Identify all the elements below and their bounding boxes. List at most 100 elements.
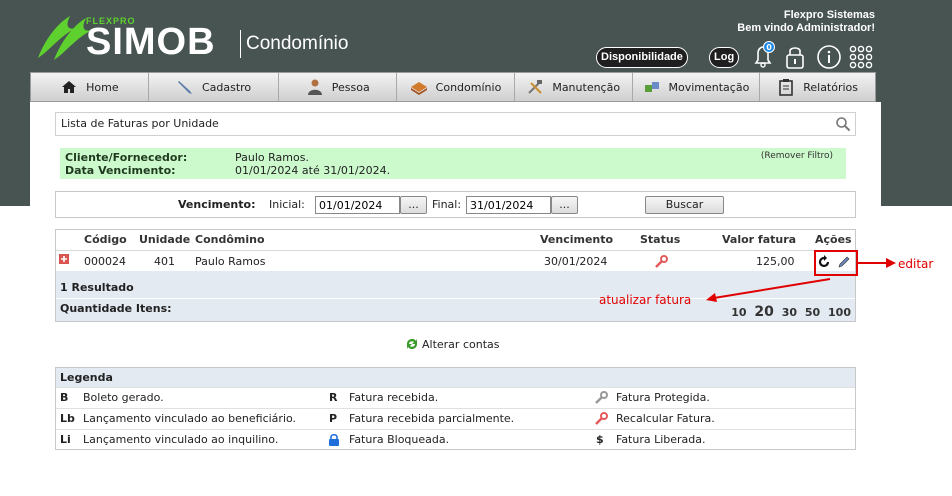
page-size-30[interactable]: 30: [782, 306, 797, 319]
nav-pessoa[interactable]: Pessoa: [279, 73, 398, 101]
recalculate-wrench-icon: [595, 412, 608, 425]
nav-manutencao-label: Manutenção: [552, 80, 621, 94]
legend-row: Li Lançamento vinculado ao inquilino. Fa…: [56, 429, 855, 449]
inicial-picker-button[interactable]: ...: [400, 196, 427, 214]
nav-condominio[interactable]: Condomínio: [397, 73, 515, 101]
filter-date-label: Data Vencimento:: [65, 164, 176, 177]
legend-text: Boleto gerado.: [83, 391, 164, 404]
filter-client-value: Paulo Ramos.: [235, 151, 309, 164]
nav-movimentacao[interactable]: Movimentação: [633, 73, 761, 101]
cell-codigo: 000024: [84, 255, 126, 268]
filter-client-label: Cliente/Fornecedor:: [65, 151, 188, 164]
vencimento-filter: Vencimento: Inicial: ... Final: ... Busc…: [55, 191, 856, 218]
legend-text: Fatura recebida.: [349, 391, 439, 404]
brand-divider: [240, 30, 241, 58]
nav-relatorios[interactable]: Relatórios: [760, 73, 875, 101]
nav-cadastro[interactable]: Cadastro: [149, 73, 280, 101]
page-size-selector: 10 20 30 50 100: [727, 304, 851, 320]
recycle-icon: [407, 339, 417, 349]
annotation-arrows: [706, 258, 896, 302]
nav-pessoa-label: Pessoa: [331, 80, 370, 94]
protected-wrench-icon: [595, 391, 608, 404]
tools-icon: [528, 80, 543, 94]
legend-key: $: [596, 433, 604, 446]
brand-module: Condomínio: [246, 33, 349, 54]
legend: Legenda B Boleto gerado. R Fatura recebi…: [55, 367, 856, 450]
inicial-date-input[interactable]: [315, 196, 400, 214]
legend-text: Recalcular Fatura.: [616, 412, 715, 425]
legend-text: Lançamento vinculado ao beneficiário.: [83, 412, 297, 425]
qty-label: Quantidade Itens:: [60, 302, 172, 315]
clipboard-icon: [779, 79, 794, 96]
page-size-50[interactable]: 50: [805, 306, 820, 319]
welcome-text: Bem vindo Administrador!: [737, 22, 875, 34]
cell-vencimento: 30/01/2024: [544, 255, 608, 268]
apps-grid-icon[interactable]: [848, 44, 874, 70]
cell-condomino: Paulo Ramos: [195, 255, 266, 268]
nav-home-label: Home: [86, 80, 119, 94]
nav-manutencao[interactable]: Manutenção: [515, 73, 633, 101]
filter-date-value: 01/01/2024 até 31/01/2024.: [235, 164, 391, 177]
alterar-contas-link[interactable]: Alterar contas: [405, 337, 499, 351]
final-date-input[interactable]: [466, 196, 551, 214]
recalculate-wrench-icon[interactable]: [654, 255, 668, 269]
th-valor: Valor fatura: [722, 233, 797, 246]
legend-key: Li: [60, 433, 71, 446]
legend-text: Fatura recebida parcialmente.: [349, 412, 515, 425]
remove-filter-link[interactable]: (Remover Filtro): [761, 151, 833, 161]
search-icon[interactable]: [835, 116, 851, 132]
annotation-atualizar: atualizar fatura: [599, 293, 692, 307]
cell-unidade: 401: [154, 255, 175, 268]
active-filter: Cliente/Fornecedor: Paulo Ramos. Data Ve…: [60, 148, 846, 179]
lock-icon[interactable]: [782, 43, 808, 71]
buscar-button[interactable]: Buscar: [645, 196, 724, 214]
inicial-label: Inicial:: [269, 198, 305, 211]
legend-key: B: [60, 391, 69, 404]
transfer-icon: [644, 82, 659, 92]
log-button[interactable]: Log: [709, 47, 740, 68]
th-status: Status: [640, 233, 681, 246]
expand-row-icon[interactable]: [59, 254, 69, 264]
final-label: Final:: [432, 198, 462, 211]
bell-icon[interactable]: 0: [748, 41, 778, 71]
legend-text: Lançamento vinculado ao inquilino.: [83, 433, 279, 446]
vencimento-label: Vencimento:: [178, 198, 256, 211]
th-vencimento: Vencimento: [540, 233, 614, 246]
final-picker-button[interactable]: ...: [551, 196, 578, 214]
home-icon: [62, 81, 77, 93]
nav-home[interactable]: Home: [31, 73, 149, 101]
main-nav: Home Cadastro Pessoa Condomínio Manutenç…: [30, 72, 876, 102]
th-condomino: Condômino: [195, 233, 265, 246]
th-acoes: Ações: [815, 233, 852, 246]
th-codigo: Código: [84, 233, 127, 246]
simob-logo: FLEXPRO SIMOB Condomínio: [36, 14, 376, 64]
info-icon[interactable]: [816, 44, 842, 70]
alterar-contas-label: Alterar contas: [422, 338, 500, 351]
notification-count: 0: [766, 43, 772, 52]
legend-text: Fatura Protegida.: [616, 391, 710, 404]
nav-movimentacao-label: Movimentação: [668, 80, 750, 94]
person-icon: [307, 79, 322, 95]
legend-title: Legenda: [56, 368, 855, 387]
result-count: 1 Resultado: [60, 281, 134, 294]
pen-icon: [177, 81, 192, 94]
legend-key: Lb: [60, 412, 75, 425]
legend-text: Fatura Bloqueada.: [349, 433, 450, 446]
legend-key: P: [329, 412, 338, 425]
legend-row: Lb Lançamento vinculado ao beneficiário.…: [56, 408, 855, 428]
search-bar[interactable]: Lista de Faturas por Unidade: [55, 112, 856, 136]
nav-condominio-label: Condomínio: [435, 80, 502, 94]
disponibilidade-button[interactable]: Disponibilidade: [596, 47, 688, 68]
nav-relatorios-label: Relatórios: [803, 80, 859, 94]
annotation-editar: editar: [898, 257, 934, 271]
page-size-20[interactable]: 20: [754, 304, 773, 320]
nav-cadastro-label: Cadastro: [201, 80, 252, 94]
building-icon: [410, 82, 427, 95]
legend-text: Fatura Liberada.: [616, 433, 706, 446]
page-size-100[interactable]: 100: [828, 306, 851, 319]
page-size-10[interactable]: 10: [731, 306, 746, 319]
company-name: Flexpro Sistemas: [783, 9, 875, 21]
legend-key: R: [329, 391, 338, 404]
user-area: Flexpro Sistemas Bem vindo Administrador…: [737, 9, 875, 35]
legend-row: B Boleto gerado. R Fatura recebida. Fatu…: [56, 387, 855, 407]
